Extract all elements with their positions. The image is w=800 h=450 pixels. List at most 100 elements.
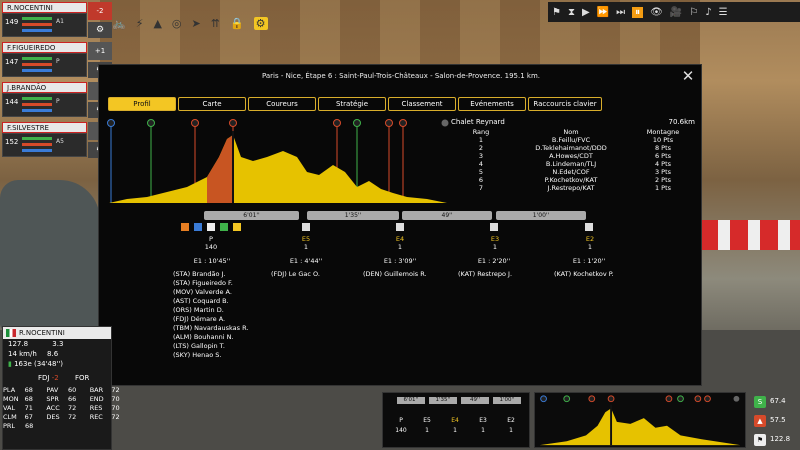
table-cell: N.Edet/COF — [552, 168, 590, 176]
mini-group-view[interactable]: 6'01'' 1'35'' 49'' 1'00'' P E5 E4 E3 E2 … — [382, 392, 530, 448]
jersey-icon: ▮ — [8, 360, 12, 368]
rider-card[interactable]: R.NOCENTINI 149 A1 -2 ⚙ — [2, 2, 112, 40]
tab-coureurs[interactable]: Coureurs — [248, 97, 316, 111]
list-item: (KAT) Restrepo J. — [458, 270, 513, 278]
rider-name: R.NOCENTINI — [2, 2, 87, 13]
delta-badge: +1 — [88, 42, 112, 60]
peloton-list: (STA) Brandão J. (STA) Figueiredo F. (MO… — [173, 270, 248, 360]
gear-icon[interactable]: ⚙ — [88, 22, 112, 38]
group-code: E5 — [301, 235, 311, 243]
list-item: (AST) Coquard B. — [173, 297, 229, 305]
table-cell: D.Teklehaimanot/DDD — [535, 144, 607, 152]
speed-icon: S — [754, 396, 766, 408]
rider-card[interactable]: F.SILVESTRE 152 A5 ⚙ — [2, 122, 112, 160]
stat-row: PLA 68 PAV 60 BAR 72 — [3, 386, 120, 394]
group-count: 1 — [303, 243, 309, 251]
energy-bar — [22, 137, 52, 140]
gap-strip: 6'01'' — [204, 211, 299, 220]
tab-evenements[interactable]: Evénements — [458, 97, 526, 111]
stat-row: PRL 68 — [3, 422, 34, 430]
close-icon[interactable]: ✕ — [679, 67, 697, 85]
background-barrier — [700, 220, 800, 250]
group-count: 1 — [397, 243, 403, 251]
jersey-icon — [181, 223, 189, 231]
table-cell: 7 — [478, 184, 484, 192]
rider-tag: P — [56, 58, 60, 65]
stamina-bar — [22, 69, 52, 72]
group-code: P — [209, 235, 213, 243]
jersey-icon — [233, 223, 241, 231]
table-cell: 1 — [478, 136, 484, 144]
flag-icon[interactable]: ⚑ — [552, 7, 561, 18]
rider-card[interactable]: F.FIGUEIREDO 147 P +1 ⚙ — [2, 42, 112, 80]
stat-row: VAL 71 ACC 72 RES 70 — [3, 404, 120, 412]
table-cell: 3 — [478, 152, 484, 160]
group-time: E1 : 3'09'' — [383, 257, 417, 265]
jersey-icon — [194, 223, 202, 231]
list-item: (KAT) Kochetkov P. — [554, 270, 614, 278]
group-count: 1 — [492, 243, 498, 251]
tab-raccourcis[interactable]: Raccourcis clavier — [528, 97, 602, 111]
team-label: FDJ — [38, 374, 50, 382]
table-cell: P.Kochetkov/KAT — [544, 176, 598, 184]
table-cell: 3 Pts — [654, 168, 672, 176]
table-cell: 10 Pts — [652, 136, 674, 144]
fast-forward-icon[interactable]: ⏩ — [597, 7, 609, 18]
table-cell: 4 — [478, 160, 484, 168]
speed-icon[interactable]: ➤ — [192, 17, 201, 30]
column-header: Rang — [472, 128, 490, 136]
tab-strategie[interactable]: Stratégie — [318, 97, 386, 111]
mountain-icon[interactable]: ▲ — [153, 17, 161, 30]
group-code: P — [399, 417, 403, 424]
hourglass-icon[interactable]: ⧗ — [568, 7, 575, 18]
table-cell: B.Feillu/FVC — [551, 136, 591, 144]
list-item: (MOV) Valverde A. — [173, 288, 232, 296]
skip-icon[interactable]: ⏭ — [616, 7, 625, 18]
group-count: 1 — [509, 427, 513, 434]
form-label: FOR — [74, 374, 90, 382]
list-item: (SKY) Henao S. — [173, 351, 222, 359]
settings-icon[interactable]: ⚙ — [253, 16, 268, 30]
camera-icon[interactable]: 🎥 — [670, 7, 682, 18]
group-time: E1 : 1'20'' — [572, 257, 606, 265]
menu-icon[interactable]: ☰ — [719, 7, 728, 18]
column-header: Nom — [563, 128, 579, 136]
rider-card[interactable]: J.BRANDÃO 144 P ⚙ — [2, 82, 112, 120]
tab-profil[interactable]: Profil — [108, 97, 176, 111]
lock-icon[interactable]: 🔒 — [230, 17, 244, 30]
gap-strip: 1'00'' — [493, 397, 521, 404]
sprint-icon[interactable]: ⚡ — [136, 17, 144, 30]
stamina-bar — [22, 29, 52, 32]
pause-icon[interactable]: ⏸ — [632, 6, 644, 18]
italy-flag-icon — [6, 329, 16, 337]
attack-icon[interactable]: ⇈ — [211, 17, 220, 30]
team-icon[interactable]: ⚐ — [689, 7, 698, 18]
gradient-value: 3.3 — [52, 340, 64, 348]
effort-bar — [22, 103, 52, 106]
list-item: (FDJ) Le Gac O. — [271, 270, 320, 278]
gap-strip: 1'00'' — [496, 211, 586, 220]
list-item: (ALM) Bouhanni N. — [173, 333, 234, 341]
speed-row: 127.8 3.3 — [3, 339, 111, 349]
rider-name: R.NOCENTINI — [19, 329, 65, 337]
group-code: E4 — [395, 235, 405, 243]
eye-icon[interactable]: 👁 — [650, 7, 663, 18]
bike-icon[interactable]: 🚲 — [112, 17, 126, 30]
rider-name: J.BRANDÃO — [2, 82, 87, 93]
music-icon[interactable]: ♪ — [705, 7, 711, 18]
effort-bar — [22, 63, 52, 66]
wheel-icon[interactable]: ◎ — [172, 17, 182, 30]
rider-number: 152 — [5, 138, 19, 146]
stage-dialog: Paris - Nice, Étape 6 : Saint-Paul-Trois… — [98, 64, 702, 386]
play-icon[interactable]: ▶ — [582, 7, 590, 18]
energy-bar — [22, 97, 52, 100]
group-time: E1 : 10'45'' — [193, 257, 231, 265]
climb-table: Rang 1 2 3 4 5 6 7 Nom B.Feillu/FVC D.Te… — [451, 128, 695, 192]
tab-carte[interactable]: Carte — [178, 97, 246, 111]
stage-profile — [107, 119, 449, 203]
selected-rider-name[interactable]: R.NOCENTINI — [3, 327, 111, 339]
list-item: (DEN) Guillemois R. — [363, 270, 427, 278]
mini-profile[interactable] — [534, 392, 746, 448]
tab-classement[interactable]: Classement — [388, 97, 456, 111]
stat-remaining: ⚑ 122.8 — [752, 430, 798, 449]
